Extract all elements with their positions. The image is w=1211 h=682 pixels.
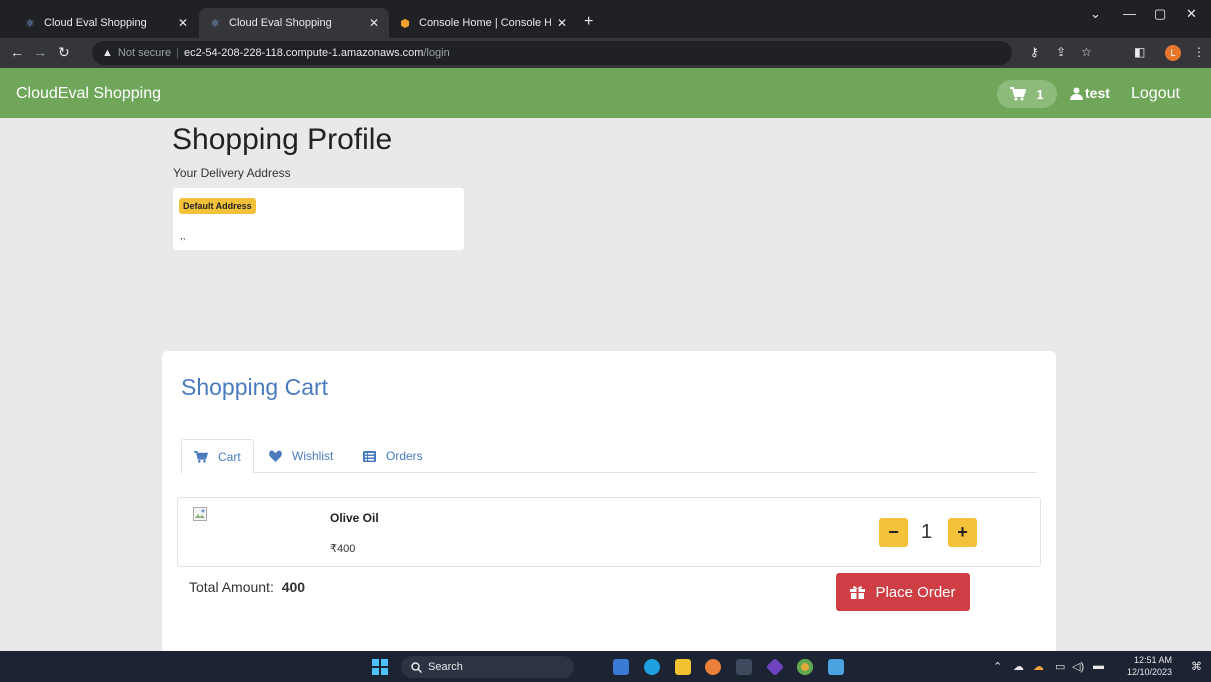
address-card: Default Address ,,	[173, 188, 464, 250]
cart-item: Olive Oil ₹400 − 1 +	[177, 497, 1041, 567]
cart-icon	[194, 450, 208, 463]
windows-start-icon[interactable]	[372, 659, 388, 675]
delivery-address-heading: Your Delivery Address	[173, 166, 291, 180]
user-menu[interactable]: test	[1070, 85, 1110, 101]
battery-icon[interactable]: ▬	[1093, 660, 1104, 672]
profile-avatar[interactable]: L	[1165, 45, 1181, 61]
app-icon[interactable]	[828, 659, 844, 675]
cloud-icon[interactable]: ☁	[1013, 660, 1024, 673]
address-text: ,,	[180, 231, 186, 242]
meet-app-icon[interactable]	[613, 659, 629, 675]
list-icon	[363, 450, 376, 462]
gift-icon	[850, 586, 866, 599]
git-icon[interactable]	[765, 657, 785, 677]
decrease-quantity-button[interactable]: −	[879, 518, 908, 547]
search-icon	[411, 661, 422, 673]
minimize-button[interactable]: —	[1123, 6, 1136, 21]
cart-icon	[1010, 87, 1027, 101]
star-icon[interactable]: ☆	[1081, 45, 1092, 59]
shopping-cart-panel: Shopping Cart Cart Wishlist Orders Olive…	[162, 351, 1056, 651]
browser-toolbar: ← → ↻ ▲ Not secure | ec2-54-208-228-118.…	[0, 38, 1211, 68]
restore-button[interactable]: ▢	[1154, 6, 1166, 22]
reload-icon[interactable]: ↻	[58, 44, 70, 61]
file-explorer-icon[interactable]	[675, 659, 691, 675]
divider: |	[176, 47, 179, 59]
tab-cart[interactable]: Cart	[181, 439, 254, 474]
close-icon[interactable]: ✕	[369, 16, 379, 30]
edge-icon[interactable]	[644, 659, 660, 675]
cart-count: 1	[1036, 86, 1044, 102]
page-title: Shopping Profile	[172, 123, 393, 156]
warning-icon: ▲	[102, 47, 113, 59]
volume-icon[interactable]: ◁)	[1072, 660, 1084, 673]
chevron-down-icon[interactable]: ⌄	[1090, 6, 1101, 22]
system-clock[interactable]: 12:51 AM 12/10/2023	[1127, 654, 1172, 678]
brand-link[interactable]: CloudEval Shopping	[16, 85, 161, 103]
logout-link[interactable]: Logout	[1131, 85, 1180, 103]
tab-label: Orders	[386, 449, 423, 463]
total-value: 400	[281, 579, 306, 595]
heart-icon	[269, 450, 282, 462]
close-icon[interactable]: ✕	[557, 16, 567, 30]
item-price: ₹400	[330, 543, 356, 555]
clock-date: 12/10/2023	[1127, 667, 1173, 677]
notification-icon[interactable]: ⌘	[1191, 660, 1202, 673]
close-icon[interactable]: ✕	[178, 16, 188, 30]
tab-label: Cart	[218, 449, 241, 464]
url-host: ec2-54-208-228-118.compute-1.amazonaws.c…	[183, 47, 424, 59]
tab-label: Wishlist	[292, 449, 334, 463]
cart-button[interactable]: 1	[997, 80, 1057, 108]
total-amount: Total Amount: 400	[189, 579, 305, 595]
user-icon	[1070, 87, 1083, 100]
tab-title: Cloud Eval Shopping	[44, 17, 147, 29]
react-icon: ⚛	[210, 17, 220, 30]
search-label: Search	[428, 661, 463, 673]
total-label: Total Amount:	[189, 579, 274, 595]
react-icon: ⚛	[25, 17, 35, 30]
username: test	[1085, 85, 1110, 101]
broken-image-icon	[193, 507, 207, 521]
tab-title: Console Home | Console Home |	[419, 17, 551, 29]
aws-icon: ⬢	[400, 17, 410, 30]
weather-icon[interactable]: ☁	[1033, 660, 1044, 673]
browser-tab-strip: ⚛ Cloud Eval Shopping ✕ ⚛ Cloud Eval Sho…	[0, 0, 1211, 38]
increase-quantity-button[interactable]: +	[948, 518, 977, 547]
back-icon[interactable]: ←	[10, 44, 24, 60]
forward-icon[interactable]: →	[33, 44, 47, 60]
cart-tabs: Cart Wishlist Orders	[181, 439, 1037, 474]
browser-tab-active[interactable]: ⚛ Cloud Eval Shopping ✕	[199, 8, 389, 38]
place-order-label: Place Order	[875, 583, 956, 601]
tab-orders[interactable]: Orders	[351, 439, 435, 473]
os-taskbar: Search ⌃ ☁ ☁ ▭ ◁) ▬ 12:51 AM 12/10/2023 …	[0, 651, 1211, 682]
browser-app-icon[interactable]	[705, 659, 721, 675]
key-icon[interactable]: ⚷	[1030, 45, 1039, 59]
address-bar[interactable]: ▲ Not secure | ec2-54-208-228-118.comput…	[92, 41, 1012, 65]
side-panel-icon[interactable]: ◧	[1134, 45, 1145, 59]
chevron-up-icon[interactable]: ⌃	[993, 660, 1002, 673]
chrome-icon[interactable]	[797, 659, 813, 675]
security-label: Not secure	[117, 47, 172, 59]
browser-tab[interactable]: ⚛ Cloud Eval Shopping ✕	[14, 8, 198, 38]
tab-wishlist[interactable]: Wishlist	[257, 439, 345, 473]
clock-time: 12:51 AM	[1134, 655, 1173, 665]
cart-title: Shopping Cart	[181, 374, 329, 400]
network-icon[interactable]: ▭	[1055, 660, 1065, 673]
tab-title: Cloud Eval Shopping	[229, 17, 332, 29]
share-icon[interactable]: ⇪	[1056, 45, 1066, 59]
menu-icon[interactable]: ⋮	[1193, 45, 1205, 59]
terminal-icon[interactable]	[736, 659, 752, 675]
taskbar-search[interactable]: Search	[401, 656, 574, 678]
browser-tab[interactable]: ⬢ Console Home | Console Home | ✕	[389, 8, 577, 38]
new-tab-button[interactable]: +	[584, 13, 593, 31]
item-name: Olive Oil	[330, 511, 379, 525]
url-path: /login	[423, 47, 450, 59]
item-quantity: 1	[921, 521, 933, 543]
default-address-badge: Default Address	[179, 198, 256, 214]
window-close-button[interactable]: ✕	[1186, 6, 1197, 22]
place-order-button[interactable]: Place Order	[836, 573, 970, 611]
app-header: CloudEval Shopping 1 test Logout	[0, 68, 1211, 118]
